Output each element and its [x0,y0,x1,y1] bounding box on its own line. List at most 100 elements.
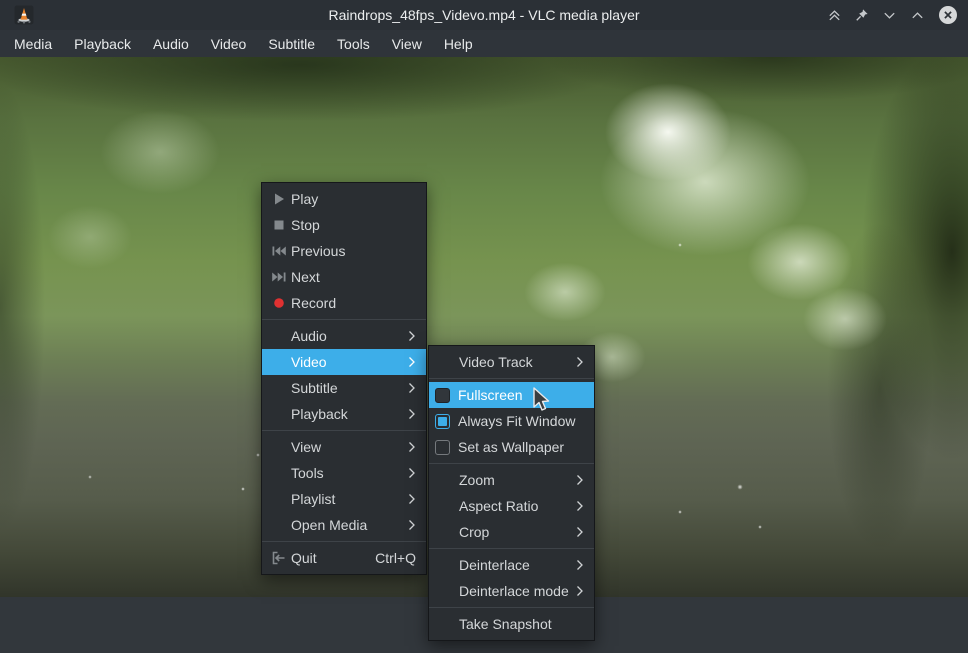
menu-item-spacer [271,491,287,507]
video-submenu-item-label: Set as Wallpaper [458,439,594,455]
menu-item-spacer [271,517,287,533]
chevron-right-icon [408,519,416,531]
menu-item-spacer [271,439,287,455]
video-submenu-item-take-snapshot[interactable]: Take Snapshot [429,611,594,637]
context-menu: Play Stop Previous Next Record Audio Video Subt… [261,182,427,575]
context-menu-item-playlist[interactable]: Playlist [262,486,426,512]
video-submenu-item-deinterlace[interactable]: Deinterlace [429,552,594,578]
context-menu-item-label: Playback [291,406,408,422]
video-submenu-item-always-fit-window[interactable]: Always Fit Window [429,408,594,434]
menu-item-spacer [271,354,287,370]
context-menu-item-label: Playlist [291,491,408,507]
video-submenu-item-fullscreen[interactable]: Fullscreen [429,382,594,408]
video-submenu: Video Track FullscreenAlways Fit Window Se… [428,345,595,641]
context-menu-item-audio[interactable]: Audio [262,323,426,349]
menu-item-spacer [435,616,451,632]
context-menu-item-label: Stop [291,217,426,233]
menu-item-spacer [271,465,287,481]
menu-shortcut-label: Ctrl+Q [375,550,416,566]
chevron-right-icon [576,500,584,512]
video-submenu-item-label: Deinterlace mode [459,583,576,599]
menubar-item-playback[interactable]: Playback [63,32,142,56]
pin-icon [855,8,869,22]
menu-item-spacer [271,406,287,422]
video-submenu-item-set-as-wallpaper[interactable]: Set as Wallpaper [429,434,594,460]
menu-item-spacer [435,557,451,573]
chevron-down-icon [882,8,897,23]
context-menu-item-label: Video [291,354,408,370]
chevron-right-icon [576,526,584,538]
chevron-right-icon [576,474,584,486]
menu-item-spacer [435,524,451,540]
close-circle-icon [938,5,958,25]
menubar-item-view[interactable]: View [381,32,433,56]
checkbox-unchecked-icon [435,440,450,455]
menubar-item-help[interactable]: Help [433,32,484,56]
menu-item-spacer [435,583,451,599]
context-menu-item-label: Record [291,295,426,311]
video-submenu-item-aspect-ratio[interactable]: Aspect Ratio [429,493,594,519]
context-menu-item-quit[interactable]: QuitCtrl+Q [262,545,426,571]
menubar-item-video[interactable]: Video [200,32,258,56]
checkbox-checked-icon [435,414,450,429]
video-submenu-item-video-track[interactable]: Video Track [429,349,594,375]
chevron-right-icon [408,493,416,505]
shade-button[interactable] [827,8,842,23]
context-menu-item-subtitle[interactable]: Subtitle [262,375,426,401]
chevron-right-icon [576,356,584,368]
chevron-right-icon [408,467,416,479]
context-menu-item-label: Next [291,269,426,285]
context-menu-item-label: Play [291,191,426,207]
skip-forward-small-icon [271,269,287,285]
video-submenu-item-label: Video Track [459,354,576,370]
close-button[interactable] [938,5,958,25]
menubar-item-tools[interactable]: Tools [326,32,381,56]
menu-item-spacer [271,328,287,344]
context-menu-item-stop[interactable]: Stop [262,212,426,238]
context-menu-item-playback[interactable]: Playback [262,401,426,427]
context-menu-separator [262,319,426,320]
chevron-right-icon [576,559,584,571]
context-menu-item-play[interactable]: Play [262,186,426,212]
context-menu-item-label: Tools [291,465,408,481]
context-menu-separator [262,430,426,431]
video-submenu-item-deinterlace-mode[interactable]: Deinterlace mode [429,578,594,604]
minimize-button[interactable] [882,8,897,23]
chevron-right-icon [576,585,584,597]
chevron-right-icon [408,356,416,368]
chevron-right-icon [408,408,416,420]
context-menu-item-label: Audio [291,328,408,344]
context-menu-item-label: View [291,439,408,455]
video-submenu-item-crop[interactable]: Crop [429,519,594,545]
context-menu-item-video[interactable]: Video [262,349,426,375]
menubar-item-subtitle[interactable]: Subtitle [257,32,326,56]
video-submenu-item-label: Crop [459,524,576,540]
menubar: MediaPlaybackAudioVideoSubtitleToolsView… [0,30,968,57]
context-menu-item-label: Subtitle [291,380,408,396]
menubar-item-audio[interactable]: Audio [142,32,200,56]
window-controls [827,0,958,30]
video-submenu-item-zoom[interactable]: Zoom [429,467,594,493]
pin-button[interactable] [855,8,869,22]
menu-item-spacer [435,498,451,514]
skip-back-small-icon [271,243,287,259]
menubar-item-media[interactable]: Media [3,32,63,56]
titlebar[interactable]: Raindrops_48fps_Videvo.mp4 - VLC media p… [0,0,968,30]
chevron-right-icon [408,382,416,394]
context-menu-item-view[interactable]: View [262,434,426,460]
context-menu-item-previous[interactable]: Previous [262,238,426,264]
context-menu-item-tools[interactable]: Tools [262,460,426,486]
video-submenu-separator [429,607,594,608]
chevron-up-icon [910,8,925,23]
chevron-right-icon [408,441,416,453]
context-menu-separator [262,541,426,542]
play-small-icon [271,191,287,207]
menu-item-spacer [271,380,287,396]
mouse-cursor-icon [531,387,553,418]
checkbox-unchecked-icon [435,388,450,403]
chevron-right-icon [408,330,416,342]
context-menu-item-next[interactable]: Next [262,264,426,290]
context-menu-item-record[interactable]: Record [262,290,426,316]
context-menu-item-open-media[interactable]: Open Media [262,512,426,538]
maximize-button[interactable] [910,8,925,23]
